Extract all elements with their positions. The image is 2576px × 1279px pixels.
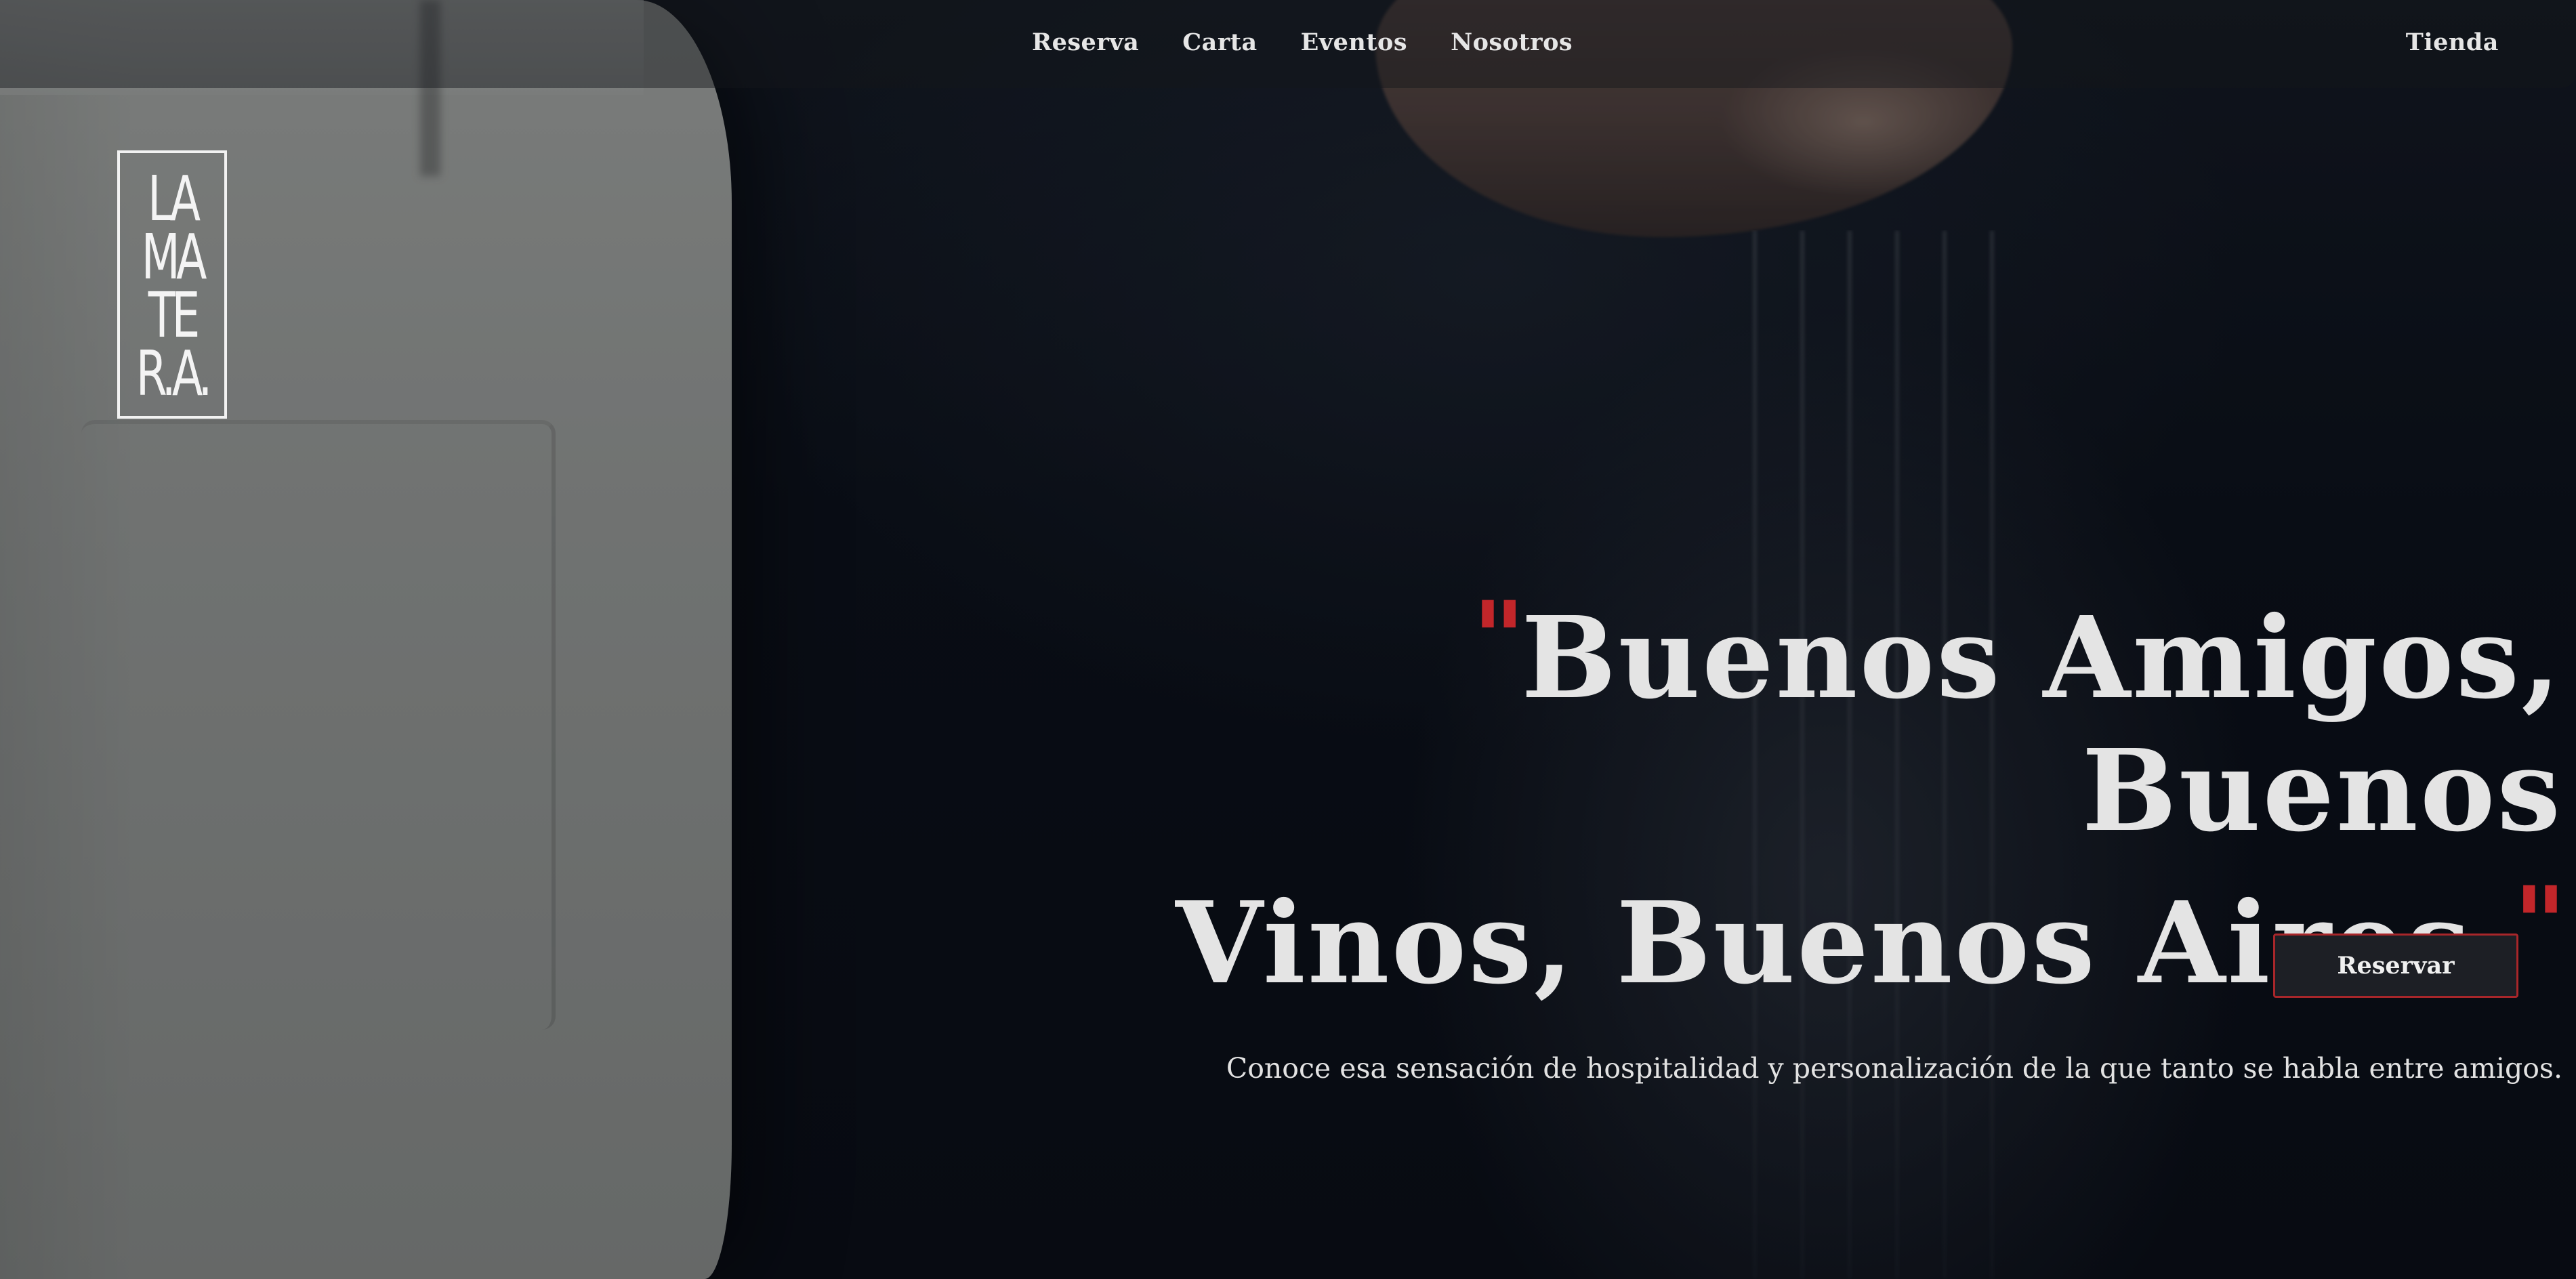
hero-section: "Buenos Amigos, Buenos Vinos, Buenos Air… <box>1004 572 2567 1087</box>
landing-page: Reserva Carta Eventos Nosotros Tienda LA… <box>0 0 2576 1279</box>
logo-line-2: MA <box>141 221 207 293</box>
logo-line-3: TE <box>148 279 201 352</box>
logo-line-1: LA <box>147 163 201 235</box>
closing-quote-mark: " <box>2513 864 2567 984</box>
nav-item-nosotros[interactable]: Nosotros <box>1451 28 1573 56</box>
logo-line-4: R.A. <box>136 337 213 410</box>
top-navigation-bar: Reserva Carta Eventos Nosotros Tienda <box>0 0 2576 88</box>
la-matera-logo[interactable]: LA MA TE R.A. <box>117 150 227 419</box>
hero-subtitle: Conoce esa sensación de hospitalidad y p… <box>1226 1052 2562 1085</box>
main-nav: Reserva Carta Eventos Nosotros <box>1032 0 1573 84</box>
nav-item-carta[interactable]: Carta <box>1182 28 1257 56</box>
nav-item-eventos[interactable]: Eventos <box>1301 28 1407 56</box>
opening-quote-mark: " <box>1472 579 1525 698</box>
nav-item-reserva[interactable]: Reserva <box>1032 28 1139 56</box>
nav-item-tienda[interactable]: Tienda <box>2406 0 2499 84</box>
headline-line-1: Buenos Amigos, Buenos <box>1521 592 2562 857</box>
reservar-button[interactable]: Reservar <box>2273 934 2518 998</box>
